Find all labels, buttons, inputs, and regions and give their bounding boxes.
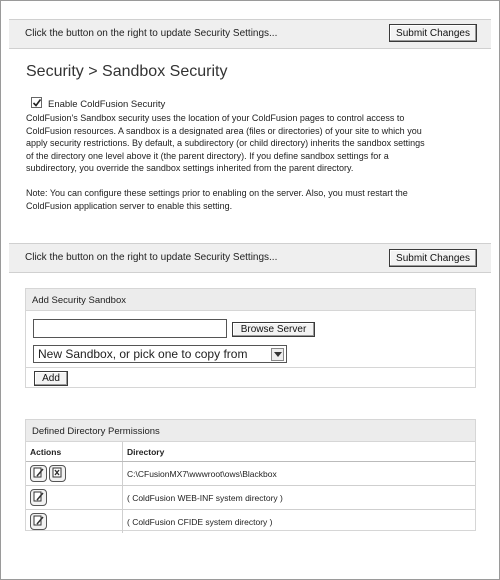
add-sandbox-button[interactable]: Add [34,371,68,386]
add-sandbox-panel: Add Security Sandbox Browse Server New S… [25,288,476,388]
permissions-panel: Defined Directory Permissions Actions Di… [25,419,476,533]
add-sandbox-header: Add Security Sandbox [26,289,475,311]
edit-icon[interactable] [30,489,47,506]
enable-security-checkbox[interactable] [31,97,42,108]
bottom-submit-bar: Click the button on the right to update … [9,243,491,273]
description-line: subdirectory, you override the sandbox s… [26,163,354,174]
directory-cell[interactable]: ( ColdFusion CFIDE system directory ) [122,509,475,533]
edit-icon[interactable] [30,513,47,530]
bottom-bar-message: Click the button on the right to update … [25,252,278,263]
row-actions [26,509,123,533]
permissions-header: Defined Directory Permissions [26,420,475,442]
sandbox-copy-select[interactable]: New Sandbox, or pick one to copy from [33,345,287,363]
enable-security-label: Enable ColdFusion Security [48,99,166,110]
checkmark-icon [32,99,42,107]
note-paragraph: Note: You can configure these settings p… [26,187,481,212]
divider [26,367,475,368]
directory-cell[interactable]: ( ColdFusion WEB-INF system directory ) [122,485,475,510]
top-bar-message: Click the button on the right to update … [25,28,278,39]
top-submit-bar: Click the button on the right to update … [9,19,491,49]
actions-column-header: Actions [26,442,123,462]
row-actions [26,485,123,510]
page-frame: Click the button on the right to update … [0,0,500,580]
row-actions [26,461,123,486]
description-line: ColdFusion's Sandbox security uses the l… [26,113,405,123]
submit-changes-button[interactable]: Submit Changes [389,24,477,42]
description-line: of the directory one level above it (the… [26,150,389,161]
permissions-table: Actions Directory C:\CFusionMX7\wwwroot\… [26,442,475,533]
edit-icon[interactable] [30,465,47,482]
sandbox-path-input[interactable] [33,319,227,338]
chevron-down-icon[interactable] [271,348,284,361]
browse-server-button[interactable]: Browse Server [232,322,315,337]
table-row: C:\CFusionMX7\wwwroot\ows\Blackbox [26,461,475,486]
table-header-row: Actions Directory [26,442,475,462]
page-title: Security > Sandbox Security [26,63,228,80]
table-row: ( ColdFusion WEB-INF system directory ) [26,485,475,510]
description-paragraph: ColdFusion's Sandbox security uses the l… [26,112,481,175]
directory-column-header: Directory [122,442,475,462]
directory-cell[interactable]: C:\CFusionMX7\wwwroot\ows\Blackbox [122,461,475,486]
note-line: ColdFusion application server to enable … [26,200,233,211]
submit-changes-button-bottom[interactable]: Submit Changes [389,249,477,267]
sandbox-copy-select-value: New Sandbox, or pick one to copy from [38,347,248,361]
delete-icon[interactable] [49,465,66,482]
note-line: Note: You can configure these settings p… [26,188,408,198]
description-line: ColdFusion resources. A sandbox is a des… [26,125,422,136]
table-row: ( ColdFusion CFIDE system directory ) [26,509,475,533]
description-line: apply security restrictions. By default,… [26,138,425,149]
